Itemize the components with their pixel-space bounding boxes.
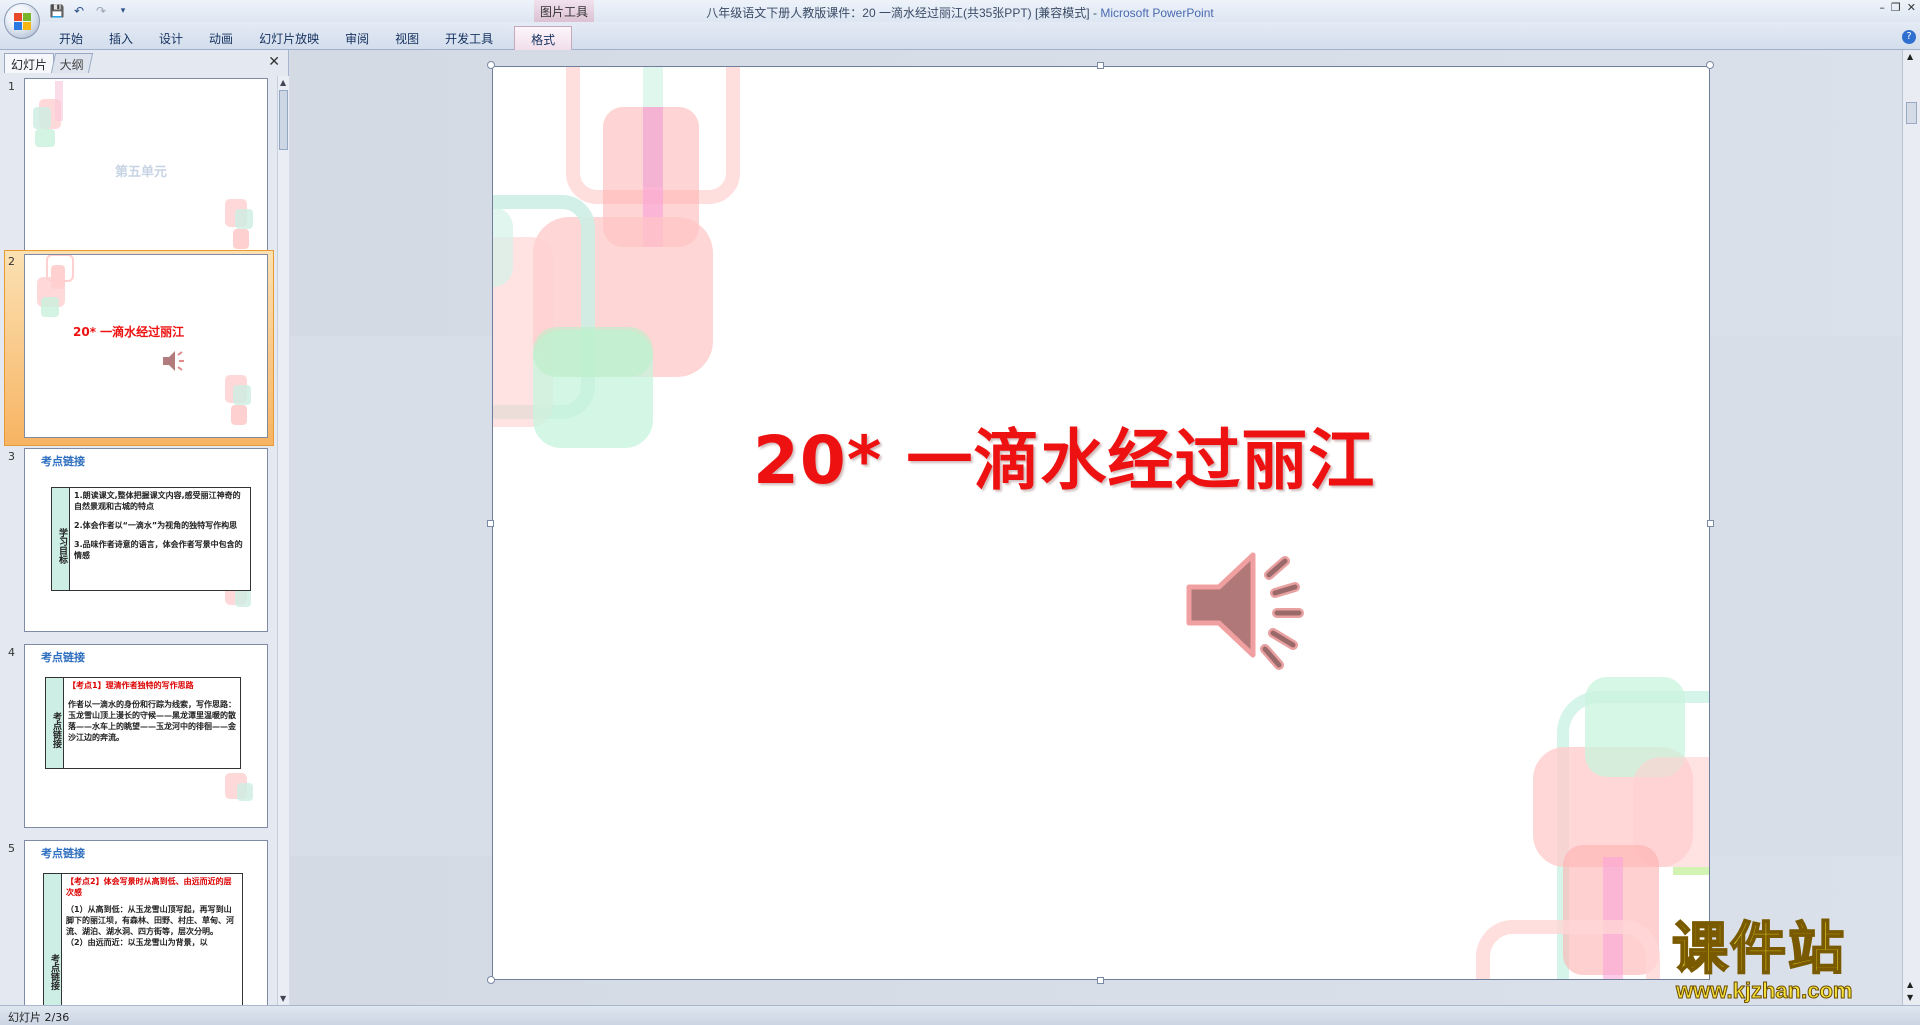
- thumbnail-line: （2）由远而近：以玉龙雪山为背景，以: [66, 938, 208, 947]
- resize-handle-left[interactable]: [487, 520, 494, 527]
- tab-view[interactable]: 视图: [382, 26, 432, 52]
- thumbnail-line: 2.体会作者以“一滴水”为视角的独特写作构思: [74, 521, 238, 530]
- scroll-up-icon[interactable]: ▲: [1907, 52, 1913, 61]
- next-slide-icon[interactable]: ▼: [1907, 993, 1913, 1002]
- thumbnail-line: 1.朗读课文,整体把握课文内容,感受丽江神奇的自然景观和古城的特点: [74, 491, 241, 511]
- tab-design[interactable]: 设计: [146, 26, 196, 52]
- thumbnail-row-1[interactable]: 1 第五单元: [0, 76, 276, 272]
- resize-handle-top[interactable]: [1097, 62, 1104, 69]
- thumbnail-number: 5: [8, 842, 15, 855]
- tab-home[interactable]: 开始: [46, 26, 96, 52]
- tab-outline[interactable]: 大纲: [50, 53, 94, 73]
- resize-handle-top-right[interactable]: [1706, 61, 1714, 69]
- title-separator: -: [1089, 6, 1101, 20]
- title-bar: 💾 ↶ ↷ ▾ 图片工具 八年级语文下册人教版课件：20 一滴水经过丽江(共35…: [0, 0, 1920, 39]
- close-pane-icon[interactable]: ✕: [268, 54, 280, 70]
- tab-insert[interactable]: 插入: [96, 26, 146, 52]
- resize-handle-top-left[interactable]: [487, 61, 495, 69]
- thumbnail-scrollbar[interactable]: ▲ ▼: [277, 76, 289, 1005]
- restore-icon[interactable]: ❐: [1891, 1, 1901, 14]
- scrollbar-thumb[interactable]: [279, 90, 288, 150]
- watermark-url: www.kjzhan.com: [1675, 978, 1853, 1004]
- thumbnail-table-body: 【考点1】理清作者独特的写作思路 作者以一滴水的身份和行踪为线索，写作思路：玉龙…: [68, 680, 237, 743]
- office-button[interactable]: [4, 3, 40, 39]
- thumbnail-heading: 考点链接: [41, 651, 85, 664]
- thumbnail-slide-5[interactable]: 考点链接 考点链接 【考点2】体会写景时从高到低、由远而近的层次感 （1）从高到…: [24, 840, 268, 1005]
- thumbnail-slide-3[interactable]: 考点链接 学习目标 1.朗读课文,整体把握课文内容,感受丽江神奇的自然景观和古城…: [24, 448, 268, 632]
- help-icon[interactable]: ?: [1902, 30, 1916, 44]
- thumbnail-red-line: 【考点1】理清作者独特的写作思路: [68, 681, 194, 690]
- thumbnail-table-side: 考点链接: [44, 874, 62, 1005]
- office-logo-icon: [14, 13, 31, 30]
- scroll-down-icon[interactable]: ▼: [280, 994, 286, 1003]
- slide-canvas[interactable]: 20* 一滴水经过丽江: [492, 66, 1710, 980]
- ribbon: 开始 插入 设计 动画 幻灯片放映 审阅 视图 开发工具 格式 ?: [0, 22, 1920, 52]
- resize-handle-bottom[interactable]: [1097, 977, 1104, 984]
- pane-tabs: 幻灯片 大纲: [4, 53, 94, 73]
- thumbnail-line: 作者以一滴水的身份和行踪为线索，写作思路：玉龙雪山顶上漫长的守候——黑龙潭里温暖…: [68, 700, 236, 742]
- tab-review[interactable]: 审阅: [332, 26, 382, 52]
- thumbnail-table-side: 考点链接: [46, 678, 64, 768]
- thumbnail-title: 第五单元: [115, 165, 168, 180]
- thumbnail-table-body: 【考点2】体会写景时从高到低、由远而近的层次感 （1）从高到低：从玉龙雪山顶写起…: [66, 876, 239, 948]
- tab-format[interactable]: 格式: [514, 26, 573, 52]
- thumbnail-row-3[interactable]: 3 考点链接 学习目标 1.朗读课文,整体把握课文内容,感受丽江神奇的自然景观和…: [0, 446, 276, 642]
- thumbnail-table-side: 学习目标: [52, 488, 70, 590]
- slide-background-decoration: [493, 67, 1709, 979]
- thumbnail-table: 考点链接 【考点1】理清作者独特的写作思路 作者以一滴水的身份和行踪为线索，写作…: [45, 677, 241, 769]
- thumbnail-title: 20* 一滴水经过丽江: [73, 325, 185, 339]
- watermark-logo: 课件站 www.kjzhan.com: [1670, 917, 1900, 1005]
- slides-pane: 幻灯片 大纲 ✕ 1 第五单元 2 20* 一滴水经过丽江 3 考点链接 学习目…: [0, 50, 289, 1005]
- slide-title[interactable]: 20* 一滴水经过丽江: [753, 407, 1375, 503]
- thumbnail-slide-1[interactable]: 第五单元: [24, 78, 268, 262]
- tab-slideshow[interactable]: 幻灯片放映: [246, 26, 332, 52]
- thumbnail-number: 4: [8, 646, 15, 659]
- minimize-icon[interactable]: –: [1879, 1, 1885, 14]
- window-controls: – ❐ ✕: [1879, 1, 1916, 14]
- status-bar: 幻灯片 2/36: [0, 1005, 1920, 1025]
- thumbnail-table: 学习目标 1.朗读课文,整体把握课文内容,感受丽江神奇的自然景观和古城的特点 2…: [51, 487, 251, 591]
- thumbnail-table-body: 1.朗读课文,整体把握课文内容,感受丽江神奇的自然景观和古城的特点 2.体会作者…: [74, 490, 247, 561]
- thumbnail-speaker-icon: [163, 351, 184, 371]
- thumbnail-slide-2[interactable]: 20* 一滴水经过丽江: [24, 254, 268, 438]
- tab-outline-label: 大纲: [59, 58, 84, 72]
- document-title: 八年级语文下册人教版课件：20 一滴水经过丽江(共35张PPT) [兼容模式]: [706, 6, 1090, 20]
- previous-slide-icon[interactable]: ▲: [1907, 980, 1913, 989]
- thumbnail-heading: 考点链接: [41, 455, 85, 468]
- thumbnail-heading: 考点链接: [41, 847, 85, 860]
- watermark-text: 课件站: [1671, 917, 1846, 982]
- resize-handle-right[interactable]: [1707, 520, 1714, 527]
- thumbnail-slide-4[interactable]: 考点链接 考点链接 【考点1】理清作者独特的写作思路 作者以一滴水的身份和行踪为…: [24, 644, 268, 828]
- thumbnail-number: 2: [8, 255, 15, 268]
- app-name: Microsoft PowerPoint: [1100, 6, 1214, 20]
- thumbnail-row-5[interactable]: 5 考点链接 考点链接 【考点2】体会写景时从高到低、由远而近的层次感 （1）从…: [0, 838, 276, 1005]
- thumbnail-number: 3: [8, 450, 15, 463]
- thumbnail-list: 1 第五单元 2 20* 一滴水经过丽江 3 考点链接 学习目标 1.朗读课文,…: [0, 76, 276, 1005]
- thumbnail-table: 考点链接 【考点2】体会写景时从高到低、由远而近的层次感 （1）从高到低：从玉龙…: [43, 873, 243, 1005]
- resize-handle-bottom-left[interactable]: [487, 976, 495, 984]
- tab-developer[interactable]: 开发工具: [432, 26, 506, 52]
- ribbon-tabs: 开始 插入 设计 动画 幻灯片放映 审阅 视图 开发工具 格式: [46, 26, 573, 52]
- thumbnail-row-2[interactable]: 2 20* 一滴水经过丽江: [4, 250, 274, 446]
- tab-animations[interactable]: 动画: [196, 26, 246, 52]
- scroll-up-icon[interactable]: ▲: [280, 78, 286, 87]
- thumbnail-line: 3.品味作者诗意的语言，体会作者写景中包含的情感: [74, 540, 243, 560]
- slide-scrollbar[interactable]: ▲ ▲ ▼: [1902, 50, 1920, 1005]
- thumbnail-line: （1）从高到低：从玉龙雪山顶写起，再写到山脚下的丽江坝，有森林、田野、村庄、草甸…: [66, 905, 234, 936]
- sound-speaker-icon[interactable]: [1183, 537, 1323, 677]
- window-title: 八年级语文下册人教版课件：20 一滴水经过丽江(共35张PPT) [兼容模式] …: [0, 4, 1920, 21]
- thumbnail-red-line: 【考点2】体会写景时从高到低、由远而近的层次感: [66, 877, 232, 897]
- thumbnail-number: 1: [8, 80, 15, 93]
- close-icon[interactable]: ✕: [1907, 1, 1916, 14]
- scrollbar-thumb[interactable]: [1906, 102, 1917, 124]
- thumbnail-decoration: [37, 255, 251, 425]
- tab-slides[interactable]: 幻灯片: [4, 53, 55, 73]
- slide-counter: 幻灯片 2/36: [8, 1011, 70, 1024]
- thumbnail-row-4[interactable]: 4 考点链接 考点链接 【考点1】理清作者独特的写作思路 作者以一滴水的身份和行…: [0, 642, 276, 838]
